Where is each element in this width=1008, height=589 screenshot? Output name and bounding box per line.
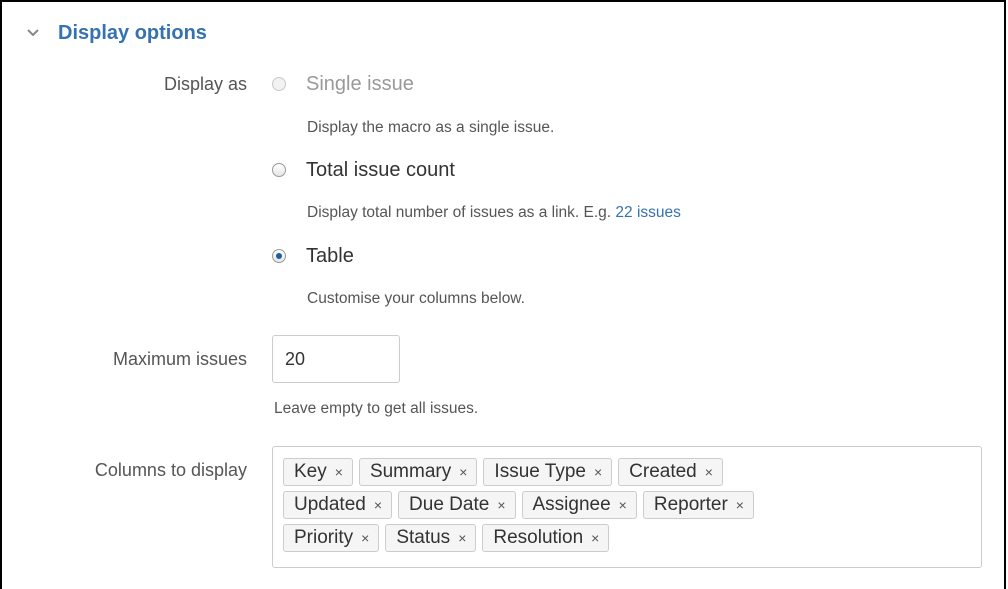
remove-icon[interactable]: × [591, 530, 599, 546]
chevron-down-icon [24, 24, 42, 42]
columns-to-display-label: Columns to display [94, 460, 247, 480]
column-tag-resolution: Resolution × [482, 524, 610, 552]
column-tag-due-date: Due Date × [398, 491, 516, 519]
radio-table[interactable]: Table [272, 242, 354, 270]
remove-icon[interactable]: × [705, 464, 713, 480]
tag-label: Resolution [493, 527, 584, 548]
tag-label: Summary [369, 461, 452, 482]
radio-label-table: Table [306, 244, 354, 267]
radio-button-disabled[interactable] [272, 77, 286, 91]
remove-icon[interactable]: × [458, 530, 466, 546]
column-tag-assignee: Assignee × [521, 491, 637, 519]
remove-icon[interactable]: × [361, 530, 369, 546]
tag-row: Priority × Status × Resolution × [283, 524, 981, 552]
column-tag-updated: Updated × [283, 491, 393, 519]
tag-row: Updated × Due Date × Assignee × Reporter × [283, 491, 981, 519]
maximum-issues-input[interactable] [272, 335, 400, 383]
tag-label: Due Date [409, 494, 490, 515]
single-issue-description: Display the macro as a single issue. [307, 119, 555, 136]
table-description: Customise your columns below. [307, 290, 525, 307]
tag-row: Key × Summary × Issue Type × Created × [283, 458, 981, 486]
column-tag-status: Status × [385, 524, 477, 552]
display-options-panel: Display options Display as Single issue … [0, 0, 1006, 589]
display-options-toggle[interactable]: Display options [24, 18, 207, 48]
maximum-issues-help: Leave empty to get all issues. [274, 400, 479, 417]
section-title: Display options [58, 21, 207, 44]
total-issue-count-description: Display total number of issues as a link… [307, 204, 681, 222]
remove-icon[interactable]: × [459, 464, 467, 480]
radio-label-single-issue: Single issue [306, 72, 414, 95]
column-tag-priority: Priority × [283, 524, 380, 552]
tag-label: Created [629, 461, 697, 482]
radio-button[interactable] [272, 163, 286, 177]
remove-icon[interactable]: × [335, 464, 343, 480]
remove-icon[interactable]: × [374, 497, 382, 513]
tag-label: Assignee [532, 494, 611, 515]
maximum-issues-label: Maximum issues [112, 349, 247, 369]
radio-button-checked[interactable] [272, 249, 286, 263]
column-tag-key: Key × [283, 458, 353, 486]
column-tag-issue-type: Issue Type × [483, 458, 613, 486]
radio-label-total-issue-count: Total issue count [306, 158, 455, 181]
tag-label: Status [396, 527, 451, 548]
radio-total-issue-count[interactable]: Total issue count [272, 156, 455, 184]
columns-tag-input[interactable]: Key × Summary × Issue Type × Created × Updat… [272, 446, 982, 568]
tag-label: Key [294, 461, 327, 482]
remove-icon[interactable]: × [736, 497, 744, 513]
remove-icon[interactable]: × [619, 497, 627, 513]
remove-icon[interactable]: × [594, 464, 602, 480]
tag-label: Issue Type [494, 461, 586, 482]
radio-single-issue[interactable]: Single issue [272, 70, 414, 98]
column-tag-summary: Summary × [358, 458, 478, 486]
column-tag-reporter: Reporter × [642, 491, 754, 519]
remove-icon[interactable]: × [497, 497, 505, 513]
display-as-label: Display as [163, 74, 247, 94]
example-issues-link[interactable]: 22 issues [615, 204, 680, 221]
tag-label: Priority [294, 527, 354, 548]
column-tag-created: Created × [618, 458, 723, 486]
tag-label: Reporter [653, 494, 728, 515]
tag-label: Updated [294, 494, 366, 515]
total-issue-count-description-text: Display total number of issues as a link… [307, 204, 616, 221]
